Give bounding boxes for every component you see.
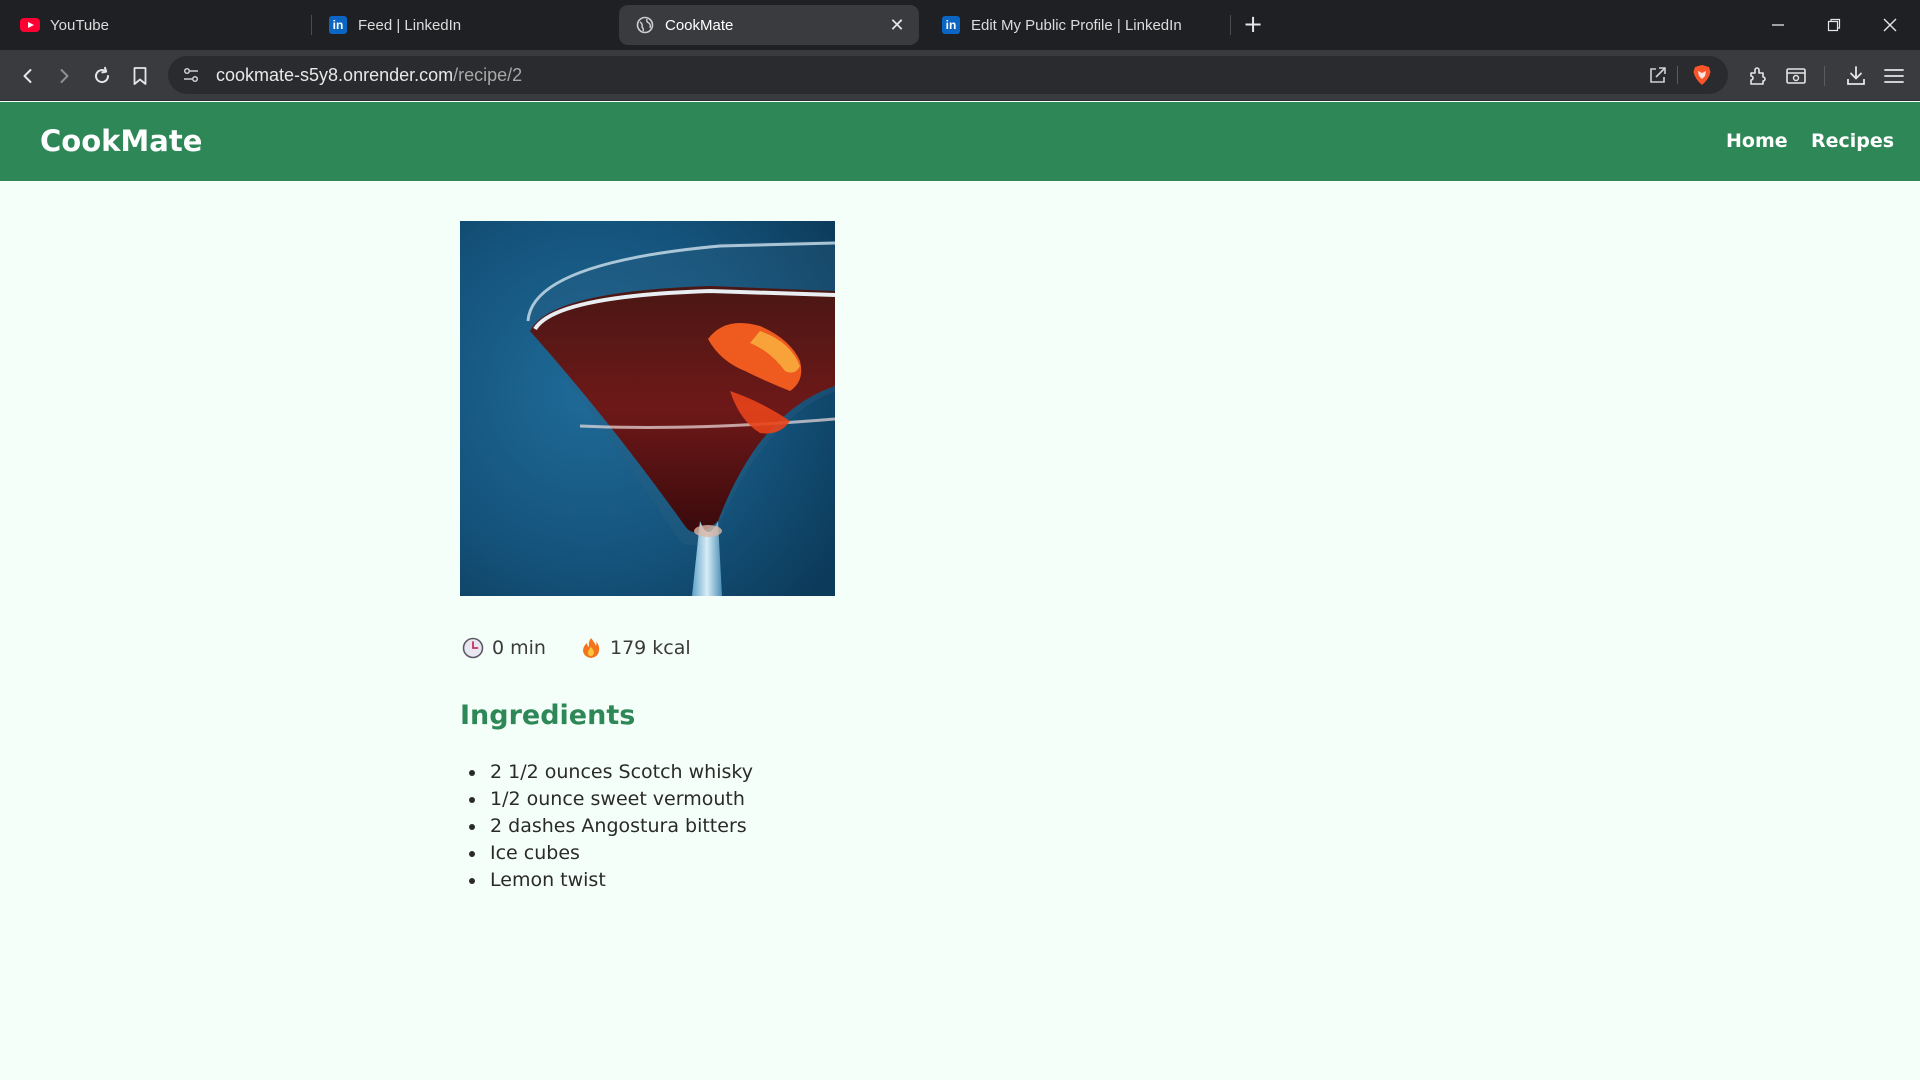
nav-home-link[interactable]: Home — [1726, 102, 1788, 181]
globe-icon — [635, 15, 655, 35]
prep-time: 0 min — [462, 634, 546, 662]
tab-linkedin-profile[interactable]: in Edit My Public Profile | LinkedIn — [925, 5, 1225, 45]
download-icon[interactable] — [1842, 62, 1870, 90]
site-navbar: CookMate Home Recipes — [0, 102, 1920, 181]
fire-icon — [580, 637, 602, 659]
tab-linkedin-feed[interactable]: in Feed | LinkedIn — [312, 5, 612, 45]
list-item: Lemon twist — [460, 867, 753, 894]
nav-recipes-link[interactable]: Recipes — [1811, 102, 1894, 181]
youtube-icon — [20, 15, 40, 35]
new-tab-icon[interactable]: + — [1240, 12, 1266, 38]
recipe-image — [460, 221, 835, 596]
tab-cookmate[interactable]: CookMate ✕ — [619, 5, 919, 45]
menu-icon[interactable] — [1880, 62, 1908, 90]
list-item: 2 1/2 ounces Scotch whisky — [460, 759, 753, 786]
site-logo[interactable]: CookMate — [40, 102, 202, 181]
forward-icon[interactable] — [50, 62, 78, 90]
linkedin-icon: in — [941, 15, 961, 35]
share-icon[interactable] — [1648, 65, 1668, 89]
calories: 179 kcal — [580, 634, 691, 662]
clock-icon — [462, 637, 484, 659]
list-item: 1/2 ounce sweet vermouth — [460, 786, 753, 813]
linkedin-icon: in — [328, 15, 348, 35]
site-settings-icon[interactable] — [182, 66, 200, 88]
close-window-icon[interactable] — [1870, 8, 1910, 42]
list-item: 2 dashes Angostura bitters — [460, 813, 753, 840]
restore-icon[interactable] — [1814, 8, 1854, 42]
address-bar[interactable]: cookmate-s5y8.onrender.com/recipe/2 — [168, 56, 1728, 94]
prep-time-value: 0 min — [492, 637, 546, 659]
wallet-icon[interactable] — [1782, 62, 1810, 90]
minimize-icon[interactable] — [1758, 8, 1798, 42]
ingredients-heading: Ingredients — [460, 700, 636, 731]
calories-value: 179 kcal — [610, 637, 691, 659]
tab-divider — [1230, 15, 1231, 35]
ingredients-list: 2 1/2 ounces Scotch whisky 1/2 ounce swe… — [460, 759, 753, 894]
close-tab-icon[interactable]: ✕ — [887, 15, 907, 35]
toolbar-divider — [1677, 66, 1678, 84]
extensions-icon[interactable] — [1744, 62, 1772, 90]
list-item: Ice cubes — [460, 840, 753, 867]
url-text[interactable]: cookmate-s5y8.onrender.com/recipe/2 — [216, 56, 522, 94]
browser-tab-bar: YouTube in Feed | LinkedIn CookMate ✕ in… — [0, 0, 1920, 50]
tab-title: CookMate — [665, 16, 734, 34]
reload-icon[interactable] — [88, 62, 116, 90]
toolbar-divider — [1824, 66, 1825, 86]
tab-title: Feed | LinkedIn — [358, 16, 462, 34]
tab-title: Edit My Public Profile | LinkedIn — [971, 16, 1182, 34]
tab-title: YouTube — [50, 16, 109, 34]
browser-toolbar: cookmate-s5y8.onrender.com/recipe/2 — [0, 50, 1920, 101]
bookmark-icon[interactable] — [126, 62, 154, 90]
brave-shields-icon[interactable] — [1692, 64, 1712, 90]
tab-youtube[interactable]: YouTube — [4, 5, 304, 45]
back-icon[interactable] — [14, 62, 42, 90]
